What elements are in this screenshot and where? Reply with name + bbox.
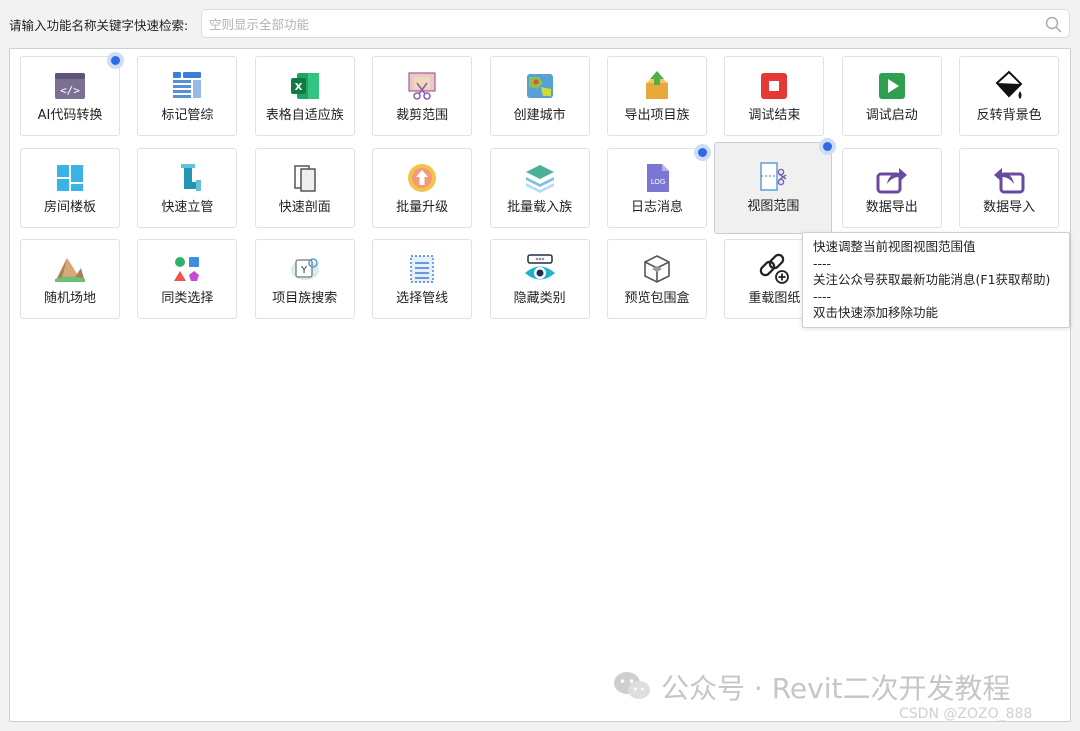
tile-pipe[interactable]: 快速立管: [137, 147, 238, 228]
view-range-icon: [756, 160, 790, 194]
tile-label: 快速剖面: [278, 199, 331, 215]
tile-label: 调试启动: [865, 108, 918, 123]
crop-scissors-icon: [405, 69, 439, 103]
tile-label: 创建城市: [513, 108, 566, 123]
log-file-icon: LOG: [640, 161, 674, 195]
bounding-box-icon: [640, 252, 674, 286]
tile-label: 数据导入: [983, 199, 1036, 215]
tooltip-line: ----: [813, 255, 832, 271]
export-box-icon: [640, 69, 674, 103]
select-pipe-icon: [405, 252, 439, 286]
new-badge: [819, 137, 837, 155]
watermark-credit: CSDN @ZOZO_888: [899, 706, 1033, 722]
tile-view-range[interactable]: 视图范围: [714, 137, 837, 234]
tile-floor-plan[interactable]: 房间楼板: [20, 147, 120, 228]
floor-plan-icon: [53, 161, 87, 195]
tile-label: AI代码转换: [37, 108, 103, 123]
tile-upgrade-arrow[interactable]: 批量升级: [372, 147, 473, 228]
shapes-icon: [170, 252, 204, 286]
layers-icon: [523, 161, 557, 195]
tile-label: 快速立管: [161, 199, 214, 215]
tile-share-import[interactable]: 数据导入: [959, 147, 1060, 228]
tile-code-window[interactable]: </> AI代码转换: [20, 52, 124, 136]
code-window-icon: </>: [53, 69, 87, 103]
new-badge: [694, 143, 711, 161]
tile-label: 预览包围盒: [624, 291, 690, 306]
tile-label: 同类选择: [161, 291, 214, 306]
svg-text:X: X: [294, 82, 302, 93]
tile-shapes[interactable]: 同类选择: [137, 239, 238, 319]
tooltip: 快速调整当前视图视图范围值 ---- 关注公众号获取最新功能消息(F1获取帮助)…: [802, 232, 1070, 328]
watermark-text: 公众号 · Revit二次开发教程: [661, 672, 1011, 705]
tile-label: 批量载入族: [507, 199, 573, 215]
search-box[interactable]: [201, 9, 1070, 38]
tile-layers[interactable]: 批量载入族: [489, 147, 590, 228]
tile-label: 裁剪范围: [396, 108, 449, 123]
svg-text:LOG: LOG: [651, 178, 666, 186]
tile-tag-list[interactable]: 标记管综: [137, 56, 238, 136]
search-input[interactable]: [209, 15, 1029, 33]
tile-label: 房间楼板: [43, 199, 96, 215]
tooltip-line: 快速调整当前视图视图范围值: [813, 239, 976, 254]
map-icon: [523, 69, 557, 103]
tile-family-search[interactable]: Y 项目族搜索: [254, 239, 355, 319]
tile-label: 标记管综: [161, 108, 214, 123]
svg-text:</>: </>: [60, 84, 80, 97]
tile-export-box[interactable]: 导出项目族: [607, 56, 707, 136]
tile-label: 日志消息: [630, 199, 683, 215]
share-import-icon: [992, 161, 1026, 195]
function-panel: </> AI代码转换 标记管综 X 表格自适应族 裁剪范围 创建城市 导出项目族 调试结束 调试启…: [9, 48, 1071, 722]
tile-label: 随机场地: [43, 291, 96, 306]
tile-share-export[interactable]: 数据导出: [841, 147, 942, 228]
tile-label: 表格自适应族: [265, 108, 344, 123]
mountain-icon: [53, 252, 87, 286]
tile-excel[interactable]: X 表格自适应族: [254, 56, 355, 136]
upgrade-arrow-icon: [405, 161, 439, 195]
excel-icon: X: [288, 69, 322, 103]
tooltip-line: 关注公众号获取最新功能消息(F1获取帮助): [813, 272, 1051, 287]
tag-list-icon: [170, 69, 204, 103]
tooltip-line: 双击快速添加移除功能: [813, 305, 939, 320]
tooltip-line: ----: [813, 288, 832, 304]
search-bar: 请输入功能名称关键字快速检索:: [0, 0, 1080, 48]
share-export-icon: [875, 161, 909, 195]
tile-select-pipe[interactable]: 选择管线: [372, 239, 473, 319]
pipe-icon: [170, 161, 204, 195]
family-search-icon: Y: [288, 252, 322, 286]
tile-crop-scissors[interactable]: 裁剪范围: [372, 56, 473, 136]
tile-label: 调试结束: [748, 108, 801, 123]
link-reload-icon: [757, 252, 791, 286]
tile-section[interactable]: 快速剖面: [254, 147, 355, 228]
paint-bucket-icon: [992, 69, 1026, 103]
tile-label: 隐藏类别: [513, 291, 566, 306]
play-icon: [875, 69, 909, 103]
search-label: 请输入功能名称关键字快速检索:: [9, 18, 189, 33]
tile-stop[interactable]: 调试结束: [724, 56, 825, 136]
wechat-icon: [612, 670, 652, 702]
tile-eye[interactable]: *** 隐藏类别: [489, 239, 590, 319]
search-icon[interactable]: [1045, 16, 1062, 33]
eye-icon: ***: [523, 252, 557, 286]
tile-label: 视图范围: [747, 198, 800, 214]
tile-map[interactable]: 创建城市: [489, 56, 590, 136]
tile-mountain[interactable]: 随机场地: [20, 239, 120, 319]
tile-play[interactable]: 调试启动: [841, 56, 942, 136]
section-icon: [288, 161, 322, 195]
svg-text:Y: Y: [300, 265, 308, 276]
tile-paint-bucket[interactable]: 反转背景色: [959, 56, 1060, 136]
tile-label: 反转背景色: [976, 108, 1042, 123]
tile-label: 导出项目族: [624, 108, 690, 123]
tile-log-file[interactable]: LOG 日志消息: [607, 143, 711, 228]
tile-label: 数据导出: [865, 199, 918, 215]
stop-icon: [757, 69, 791, 103]
tile-label: 批量升级: [396, 199, 449, 215]
tile-label: 项目族搜索: [272, 291, 338, 306]
svg-text:***: ***: [535, 257, 544, 264]
new-badge: [107, 52, 124, 69]
tile-label: 选择管线: [396, 291, 449, 306]
tile-bounding-box[interactable]: 预览包围盒: [607, 239, 707, 319]
